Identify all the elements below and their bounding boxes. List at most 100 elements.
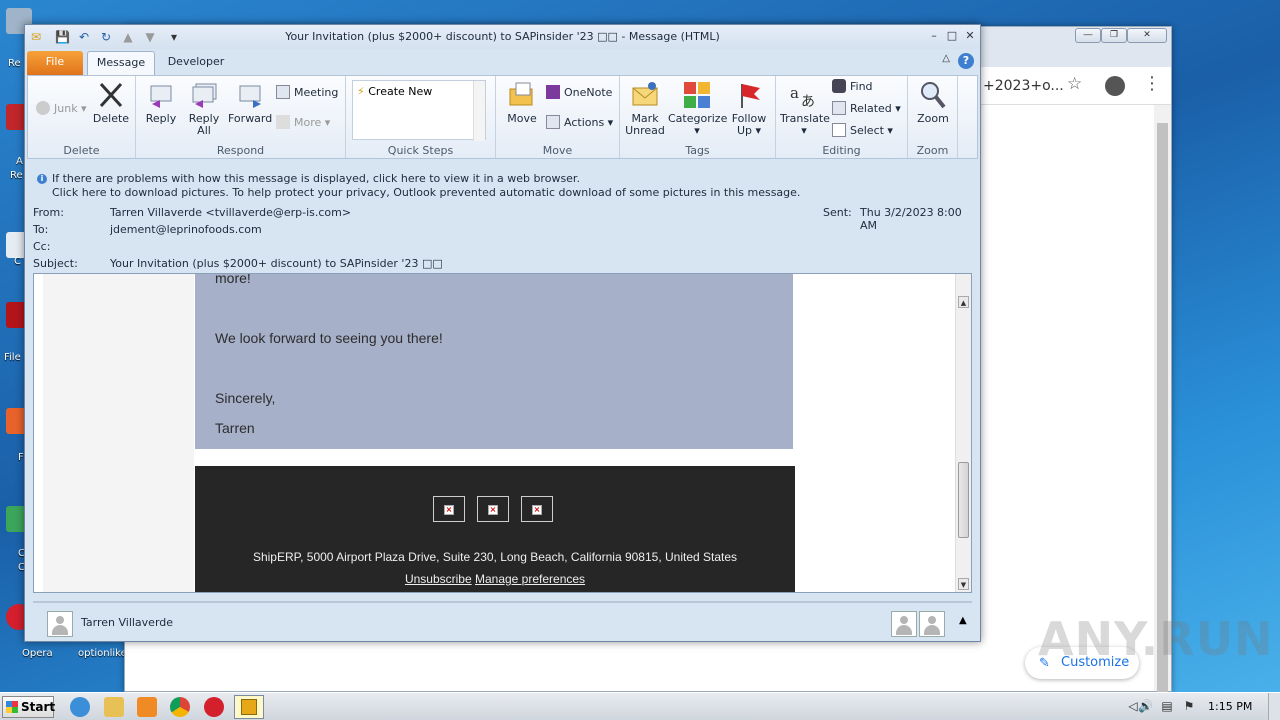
outlook-message-window: ✉ 💾 ↶ ↻ ▲ ▼ ▾ Your Invitation (plus $200… bbox=[24, 24, 981, 642]
ribbon-collapse-icon[interactable]: △ bbox=[942, 53, 950, 64]
desktop-label: C bbox=[14, 256, 21, 267]
people-pane-name[interactable]: Tarren Villaverde bbox=[81, 616, 173, 629]
tab-developer[interactable]: Developer bbox=[161, 51, 231, 75]
address-bar[interactable]: +2023+o... bbox=[983, 73, 1073, 99]
move-button[interactable]: Move bbox=[502, 80, 542, 125]
chrome-icon[interactable] bbox=[170, 697, 190, 717]
svg-text:a: a bbox=[790, 84, 799, 102]
zoom-button[interactable]: Zoom bbox=[912, 80, 954, 125]
infobar-line-1[interactable]: If there are problems with how this mess… bbox=[52, 172, 580, 185]
find-button[interactable]: Find bbox=[832, 78, 873, 96]
actions-button[interactable]: Actions ▾ bbox=[546, 114, 613, 132]
window-title: Your Invitation (plus $2000+ discount) t… bbox=[285, 30, 720, 43]
desktop-label: F bbox=[18, 452, 24, 463]
categorize-button[interactable]: Categorize ▾ bbox=[668, 80, 727, 137]
infobar[interactable]: i If there are problems with how this me… bbox=[27, 168, 978, 201]
outlook-icon bbox=[241, 699, 257, 715]
scroll-up-arrow[interactable]: ▲ bbox=[958, 296, 969, 308]
ie-icon[interactable] bbox=[70, 697, 90, 717]
close-button[interactable]: ✕ bbox=[963, 29, 977, 43]
minimize-button[interactable]: – bbox=[927, 29, 941, 43]
desktop-label: Opera bbox=[22, 648, 53, 659]
network-icon[interactable]: ▤ bbox=[1160, 699, 1174, 713]
to-value[interactable]: jdement@leprinofoods.com bbox=[110, 223, 262, 236]
group-tags: Mark Unread Categorize ▾ Follow Up ▾ Tags bbox=[620, 76, 776, 158]
maximize-button[interactable]: □ bbox=[945, 29, 959, 43]
contact-avatar[interactable] bbox=[891, 611, 917, 637]
meeting-icon bbox=[276, 85, 290, 99]
expand-people-pane-icon[interactable]: ▲ bbox=[959, 615, 967, 626]
group-label: Move bbox=[542, 144, 573, 157]
delete-x-icon bbox=[99, 82, 123, 108]
delete-button[interactable]: Delete bbox=[90, 80, 132, 125]
clock[interactable]: 1:15 PM bbox=[1208, 700, 1252, 713]
social-link-3[interactable]: × bbox=[521, 496, 553, 522]
meeting-button[interactable]: Meeting bbox=[276, 84, 338, 102]
infobar-line-2[interactable]: Click here to download pictures. To help… bbox=[52, 186, 800, 199]
action-center-flag-icon[interactable]: ⚑ bbox=[1182, 699, 1196, 713]
show-desktop-button[interactable] bbox=[1268, 693, 1280, 720]
more-button[interactable]: More ▾ bbox=[276, 114, 330, 132]
translate-button[interactable]: aあ Translate ▾ bbox=[780, 80, 830, 137]
junk-button[interactable]: Junk ▾ bbox=[36, 100, 87, 118]
contact-avatar[interactable] bbox=[919, 611, 945, 637]
manage-preferences-link[interactable]: Manage preferences bbox=[475, 572, 585, 586]
close-button[interactable]: ✕ bbox=[1127, 28, 1167, 43]
minimize-button[interactable]: ― bbox=[1075, 28, 1101, 43]
tab-file[interactable]: File bbox=[27, 51, 83, 75]
social-link-1[interactable]: × bbox=[433, 496, 465, 522]
kebab-menu-icon[interactable]: ⋮ bbox=[1143, 73, 1161, 94]
actions-icon bbox=[546, 115, 560, 129]
follow-up-button[interactable]: Follow Up ▾ bbox=[728, 80, 770, 137]
unsubscribe-link[interactable]: Unsubscribe bbox=[405, 572, 472, 586]
sender-avatar[interactable] bbox=[47, 611, 73, 637]
scroll-down-arrow[interactable]: ▼ bbox=[958, 578, 969, 590]
desktop-label: Re bbox=[10, 170, 23, 181]
flag-icon bbox=[741, 84, 760, 108]
bookmark-star-icon[interactable]: ☆ bbox=[1067, 74, 1082, 94]
select-button[interactable]: Select ▾ bbox=[832, 122, 893, 140]
quick-steps-gallery[interactable]: ⚡ Create New bbox=[352, 80, 486, 141]
explorer-icon[interactable] bbox=[104, 697, 124, 717]
desktop-label: File bbox=[4, 352, 21, 363]
taskbar: Start ◁ 🔊 ▤ ⚑ 1:15 PM bbox=[0, 692, 1280, 720]
header-subject: Subject: Your Invitation (plus $2000+ di… bbox=[33, 257, 633, 273]
help-icon[interactable]: ? bbox=[958, 53, 974, 69]
chrome-scrollbar[interactable] bbox=[1154, 105, 1171, 693]
forward-button[interactable]: Forward bbox=[228, 80, 272, 125]
from-value[interactable]: Tarren Villaverde <tvillaverde@erp-is.co… bbox=[110, 206, 351, 219]
onenote-button[interactable]: OneNote bbox=[546, 84, 612, 102]
group-label: Quick Steps bbox=[387, 144, 454, 157]
media-player-icon[interactable] bbox=[137, 697, 157, 717]
group-move: Move OneNote Actions ▾ Move bbox=[496, 76, 620, 158]
header-to: To: jdement@leprinofoods.com bbox=[33, 223, 633, 239]
gallery-scroll[interactable] bbox=[473, 81, 485, 141]
group-respond: Reply Reply All Forward Meeting More ▾ Re… bbox=[136, 76, 346, 158]
mark-unread-button[interactable]: Mark Unread bbox=[624, 80, 666, 137]
email-footer: × × × ShipERP, 5000 Airport Plaza Drive,… bbox=[195, 466, 795, 592]
header-cc: Cc: bbox=[33, 240, 633, 256]
related-button[interactable]: Related ▾ bbox=[832, 100, 901, 118]
volume-icon[interactable]: 🔊 bbox=[1138, 699, 1153, 713]
reply-button[interactable]: Reply bbox=[140, 80, 182, 125]
account-icon[interactable] bbox=[1105, 76, 1125, 96]
message-body[interactable]: more! We look forward to seeing you ther… bbox=[33, 273, 972, 593]
reply-all-button[interactable]: Reply All bbox=[184, 80, 224, 137]
social-link-2[interactable]: × bbox=[477, 496, 509, 522]
create-new-quick-step[interactable]: ⚡ Create New bbox=[357, 85, 432, 98]
opera-icon[interactable] bbox=[204, 697, 224, 717]
scroll-thumb[interactable] bbox=[958, 462, 969, 538]
start-button[interactable]: Start bbox=[2, 696, 55, 718]
subject-label: Subject: bbox=[33, 257, 78, 270]
chrome-scroll-thumb[interactable] bbox=[1157, 123, 1168, 693]
restore-button[interactable]: ❐ bbox=[1101, 28, 1127, 43]
broken-image-icon: × bbox=[488, 505, 498, 515]
tab-message[interactable]: Message bbox=[87, 51, 155, 75]
group-label: Respond bbox=[216, 144, 265, 157]
outlook-taskbar-button[interactable] bbox=[234, 695, 264, 719]
footer-address: ShipERP, 5000 Airport Plaza Drive, Suite… bbox=[252, 550, 738, 564]
body-scrollbar[interactable]: ▲ ▼ bbox=[955, 274, 971, 592]
binoculars-icon bbox=[832, 79, 846, 93]
desktop-label: Re bbox=[8, 58, 21, 69]
svg-text:あ: あ bbox=[801, 94, 815, 110]
